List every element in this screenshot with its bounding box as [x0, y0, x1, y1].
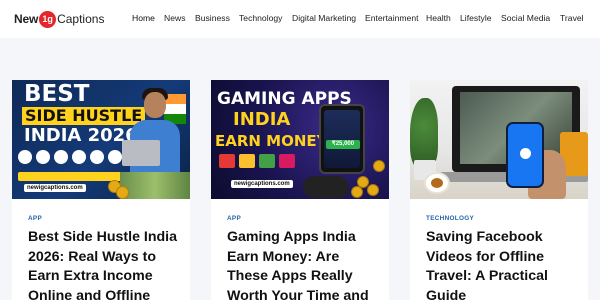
nav-item-travel[interactable]: Travel [560, 13, 584, 23]
post-title[interactable]: Gaming Apps India Earn Money: Are These … [227, 228, 379, 300]
coin-icon [373, 160, 385, 172]
post-title[interactable]: Saving Facebook Videos for Offline Trave… [426, 228, 578, 300]
nav-item-news[interactable]: News [164, 13, 186, 23]
logo-suffix: Captions [57, 12, 105, 26]
coin-icon [116, 186, 129, 199]
thumb-url: newigcaptions.com [231, 180, 293, 188]
post-card[interactable]: TECHNOLOGY Saving Facebook Videos for Of… [410, 80, 588, 300]
post-title[interactable]: Best Side Hustle India 2026: Real Ways t… [28, 228, 180, 300]
app-icons [219, 154, 295, 168]
phone-icon: ₹25,000 [319, 104, 365, 174]
post-category[interactable]: TECHNOLOGY [426, 215, 474, 222]
nav-item-home[interactable]: Home [132, 13, 155, 23]
post-thumbnail[interactable]: BEST SIDE HUSTLE INDIA 2026 newigcaption… [12, 80, 190, 199]
post-category[interactable]: APP [227, 215, 241, 222]
cash-stack-icon [120, 172, 190, 199]
nav-item-technology[interactable]: Technology [239, 13, 282, 23]
site-header: New 1g Captions Home News Business Techn… [0, 0, 600, 38]
logo-badge: 1g [39, 10, 57, 28]
post-card[interactable]: BEST SIDE HUSTLE INDIA 2026 newigcaption… [12, 80, 190, 300]
thumb-headline-1: BEST [24, 81, 90, 107]
thumb-headline-3: INDIA 2026 [24, 125, 138, 146]
nav-item-digital-marketing[interactable]: Digital Marketing [292, 13, 356, 23]
post-category[interactable]: APP [28, 215, 42, 222]
thumb-amount: ₹25,000 [326, 140, 360, 149]
gamepad-icon [303, 176, 349, 198]
plant-icon [410, 98, 438, 168]
nav-item-lifestyle[interactable]: Lifestyle [460, 13, 492, 23]
thumb-headline-2: INDIA [233, 109, 291, 130]
facebook-phone-icon [506, 122, 544, 188]
nav-item-health[interactable]: Health [426, 13, 451, 23]
post-card[interactable]: GAMING APPS INDIA EARN MONEY ₹25,000 new… [211, 80, 389, 300]
laptop-icon [122, 140, 160, 166]
thumb-headline-2: SIDE HUSTLE [22, 107, 146, 125]
logo-prefix: New [14, 12, 39, 26]
tea-cup-icon [424, 172, 450, 194]
site-logo[interactable]: New 1g Captions [14, 9, 104, 29]
nav-item-business[interactable]: Business [195, 13, 230, 23]
post-thumbnail[interactable] [410, 80, 588, 199]
thumb-url: newigcaptions.com [24, 184, 86, 192]
feature-icons [18, 150, 122, 164]
coin-icon [351, 186, 363, 198]
coin-icon [367, 184, 379, 196]
post-thumbnail[interactable]: GAMING APPS INDIA EARN MONEY ₹25,000 new… [211, 80, 389, 199]
nav-item-social-media[interactable]: Social Media [501, 13, 550, 23]
nav-item-entertainment[interactable]: Entertainment [365, 13, 419, 23]
thumb-headline-3: EARN MONEY [215, 132, 328, 150]
